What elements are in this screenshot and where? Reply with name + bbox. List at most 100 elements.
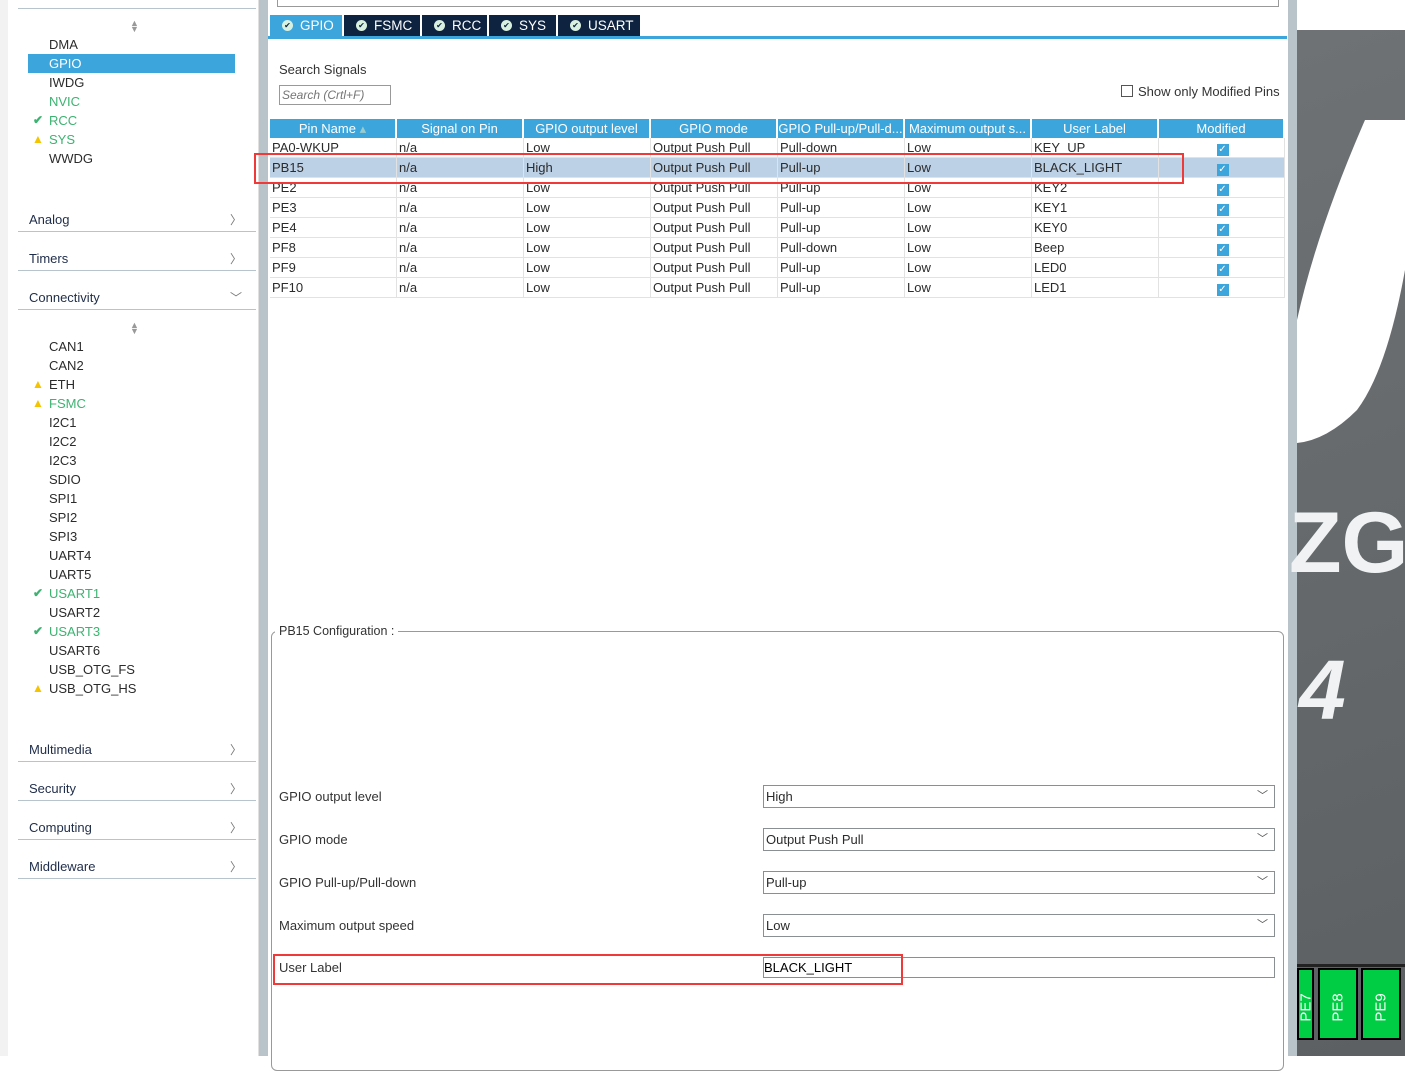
sidebar-item-usart2[interactable]: USART2 xyxy=(28,603,235,622)
sidebar-item-label: SYS xyxy=(49,132,76,147)
check-circle-icon: ✔ xyxy=(282,20,293,31)
sidebar-item-usb_otg_fs[interactable]: USB_OTG_FS xyxy=(28,660,235,679)
table-cell: Low xyxy=(905,278,1032,298)
table-cell: ✓ xyxy=(1159,278,1285,298)
section-security[interactable]: Security 〉 xyxy=(18,779,256,801)
table-cell: Low xyxy=(905,218,1032,238)
sidebar-item-i2c3[interactable]: I2C3 xyxy=(28,451,235,470)
table-row[interactable]: PF9 n/a Low Output Push Pull Pull-up Low LED0 ✓ xyxy=(270,258,1285,278)
column-header[interactable]: Maximum output s... xyxy=(905,119,1032,138)
sidebar-item-sys[interactable]: ▲ SYS xyxy=(28,130,235,149)
sidebar-item-spi2[interactable]: SPI2 xyxy=(28,508,235,527)
sidebar-item-spi1[interactable]: SPI1 xyxy=(28,489,235,508)
sidebar-item-label: WWDG xyxy=(49,151,94,166)
sidebar-item-usart3[interactable]: ✔ USART3 xyxy=(28,622,235,641)
config-field-select[interactable]: High ﹀ xyxy=(763,785,1275,808)
column-header[interactable]: GPIO output level xyxy=(524,119,651,138)
modified-checkbox[interactable]: ✓ xyxy=(1216,144,1229,156)
column-header[interactable]: GPIO Pull-up/Pull-d... xyxy=(778,119,905,138)
sidebar-item-dma[interactable]: DMA xyxy=(28,35,235,54)
modified-checkbox[interactable]: ✓ xyxy=(1216,224,1229,236)
section-timers[interactable]: Timers 〉 xyxy=(18,249,256,271)
tab-label: GPIO xyxy=(300,18,334,33)
table-cell: n/a xyxy=(397,238,524,258)
section-multimedia[interactable]: Multimedia 〉 xyxy=(18,740,256,762)
pin-label: PE7 xyxy=(1297,993,1314,1022)
config-title: PB15 Configuration : xyxy=(275,624,399,638)
section-label: Multimedia xyxy=(29,742,92,757)
modified-checkbox[interactable]: ✓ xyxy=(1216,244,1229,256)
sidebar-item-usart6[interactable]: USART6 xyxy=(28,641,235,660)
section-connectivity[interactable]: Connectivity ﹀ xyxy=(18,288,256,310)
sidebar-item-can2[interactable]: CAN2 xyxy=(28,356,235,375)
tab-fsmc[interactable]: ✔ FSMC xyxy=(344,15,420,36)
section-computing[interactable]: Computing 〉 xyxy=(18,818,256,840)
column-header[interactable]: User Label xyxy=(1032,119,1159,138)
highlight-row-box xyxy=(254,153,1184,184)
pin-pe7[interactable]: PE7 xyxy=(1297,968,1314,1040)
sidebar-item-label: IWDG xyxy=(49,75,85,90)
sidebar-item-can1[interactable]: CAN1 xyxy=(28,337,235,356)
sort-arrows-icon[interactable]: ▲ ▼ xyxy=(130,19,139,34)
chip-view[interactable]: ZG 4 xyxy=(1289,30,1405,1056)
section-middleware[interactable]: Middleware 〉 xyxy=(18,857,256,879)
pin-pe8[interactable]: PE8 xyxy=(1318,968,1358,1040)
table-cell: LED0 xyxy=(1032,258,1159,278)
sidebar-item-sdio[interactable]: SDIO xyxy=(28,470,235,489)
tab-sys[interactable]: ✔ SYS xyxy=(489,15,556,36)
column-header[interactable]: Modified xyxy=(1159,119,1285,138)
sidebar-item-iwdg[interactable]: IWDG xyxy=(28,73,235,92)
table-row[interactable]: PE4 n/a Low Output Push Pull Pull-up Low KEY0 ✓ xyxy=(270,218,1285,238)
st-logo-icon xyxy=(1297,120,1405,443)
check-circle-icon: ✔ xyxy=(434,20,445,31)
section-label: Computing xyxy=(29,820,92,835)
table-cell: Pull-up xyxy=(778,258,905,278)
sidebar-item-fsmc[interactable]: ▲ FSMC xyxy=(28,394,235,413)
table-row[interactable]: PF10 n/a Low Output Push Pull Pull-up Low LED1… xyxy=(270,278,1285,298)
modified-checkbox[interactable]: ✓ xyxy=(1216,204,1229,216)
tab-gpio[interactable]: ✔ GPIO xyxy=(270,15,342,36)
config-field-select[interactable]: Pull-up ﹀ xyxy=(763,871,1275,894)
sidebar-item-eth[interactable]: ▲ ETH xyxy=(28,375,235,394)
sort-arrows-icon[interactable]: ▲ ▼ xyxy=(130,321,139,336)
sidebar-item-usb_otg_hs[interactable]: ▲ USB_OTG_HS xyxy=(28,679,235,698)
sidebar-item-i2c1[interactable]: I2C1 xyxy=(28,413,235,432)
column-header[interactable]: GPIO mode xyxy=(651,119,778,138)
table-row[interactable]: PE3 n/a Low Output Push Pull Pull-up Low KEY1 ✓ xyxy=(270,198,1285,218)
config-field-select[interactable]: Low ﹀ xyxy=(763,914,1275,937)
config-field-select[interactable]: Output Push Pull ﹀ xyxy=(763,828,1275,851)
show-modified-checkbox[interactable] xyxy=(1121,85,1133,97)
table-cell: Low xyxy=(524,238,651,258)
column-header[interactable]: Signal on Pin xyxy=(397,119,524,138)
modified-checkbox[interactable]: ✓ xyxy=(1216,164,1229,176)
check-circle-icon: ✔ xyxy=(570,20,581,31)
section-label: Middleware xyxy=(29,859,96,874)
sidebar-item-spi3[interactable]: SPI3 xyxy=(28,527,235,546)
column-header[interactable]: Pin Name ▴ xyxy=(270,119,397,138)
section-analog[interactable]: Analog 〉 xyxy=(18,210,256,232)
sidebar-item-uart4[interactable]: UART4 xyxy=(28,546,235,565)
sidebar-item-label: USART1 xyxy=(49,586,101,601)
sidebar-item-nvic[interactable]: NVIC xyxy=(28,92,235,111)
search-input[interactable] xyxy=(279,85,391,105)
modified-checkbox[interactable]: ✓ xyxy=(1216,184,1229,196)
sidebar-item-usart1[interactable]: ✔ USART1 xyxy=(28,584,235,603)
modified-checkbox[interactable]: ✓ xyxy=(1216,284,1229,296)
sidebar-item-gpio[interactable]: GPIO xyxy=(28,54,235,73)
chevron-right-icon: 〉 xyxy=(229,860,242,874)
pin-label: PE9 xyxy=(1372,993,1390,1022)
modified-checkbox[interactable]: ✓ xyxy=(1216,264,1229,276)
tab-usart[interactable]: ✔ USART xyxy=(558,15,640,36)
pin-pe9[interactable]: PE9 xyxy=(1361,968,1401,1040)
chip-edge xyxy=(1297,964,1405,967)
tab-rcc[interactable]: ✔ RCC xyxy=(422,15,487,36)
sidebar-item-uart5[interactable]: UART5 xyxy=(28,565,235,584)
sidebar-item-i2c2[interactable]: I2C2 xyxy=(28,432,235,451)
sidebar-item-label: DMA xyxy=(49,37,78,52)
sidebar-item-wwdg[interactable]: WWDG xyxy=(28,149,235,168)
sidebar-item-label: SDIO xyxy=(49,472,81,487)
sidebar-item-rcc[interactable]: ✔ RCC xyxy=(28,111,235,130)
divider xyxy=(18,8,256,9)
chip-model-digit: 4 xyxy=(1299,643,1346,737)
table-row[interactable]: PF8 n/a Low Output Push Pull Pull-down Low Bee… xyxy=(270,238,1285,258)
